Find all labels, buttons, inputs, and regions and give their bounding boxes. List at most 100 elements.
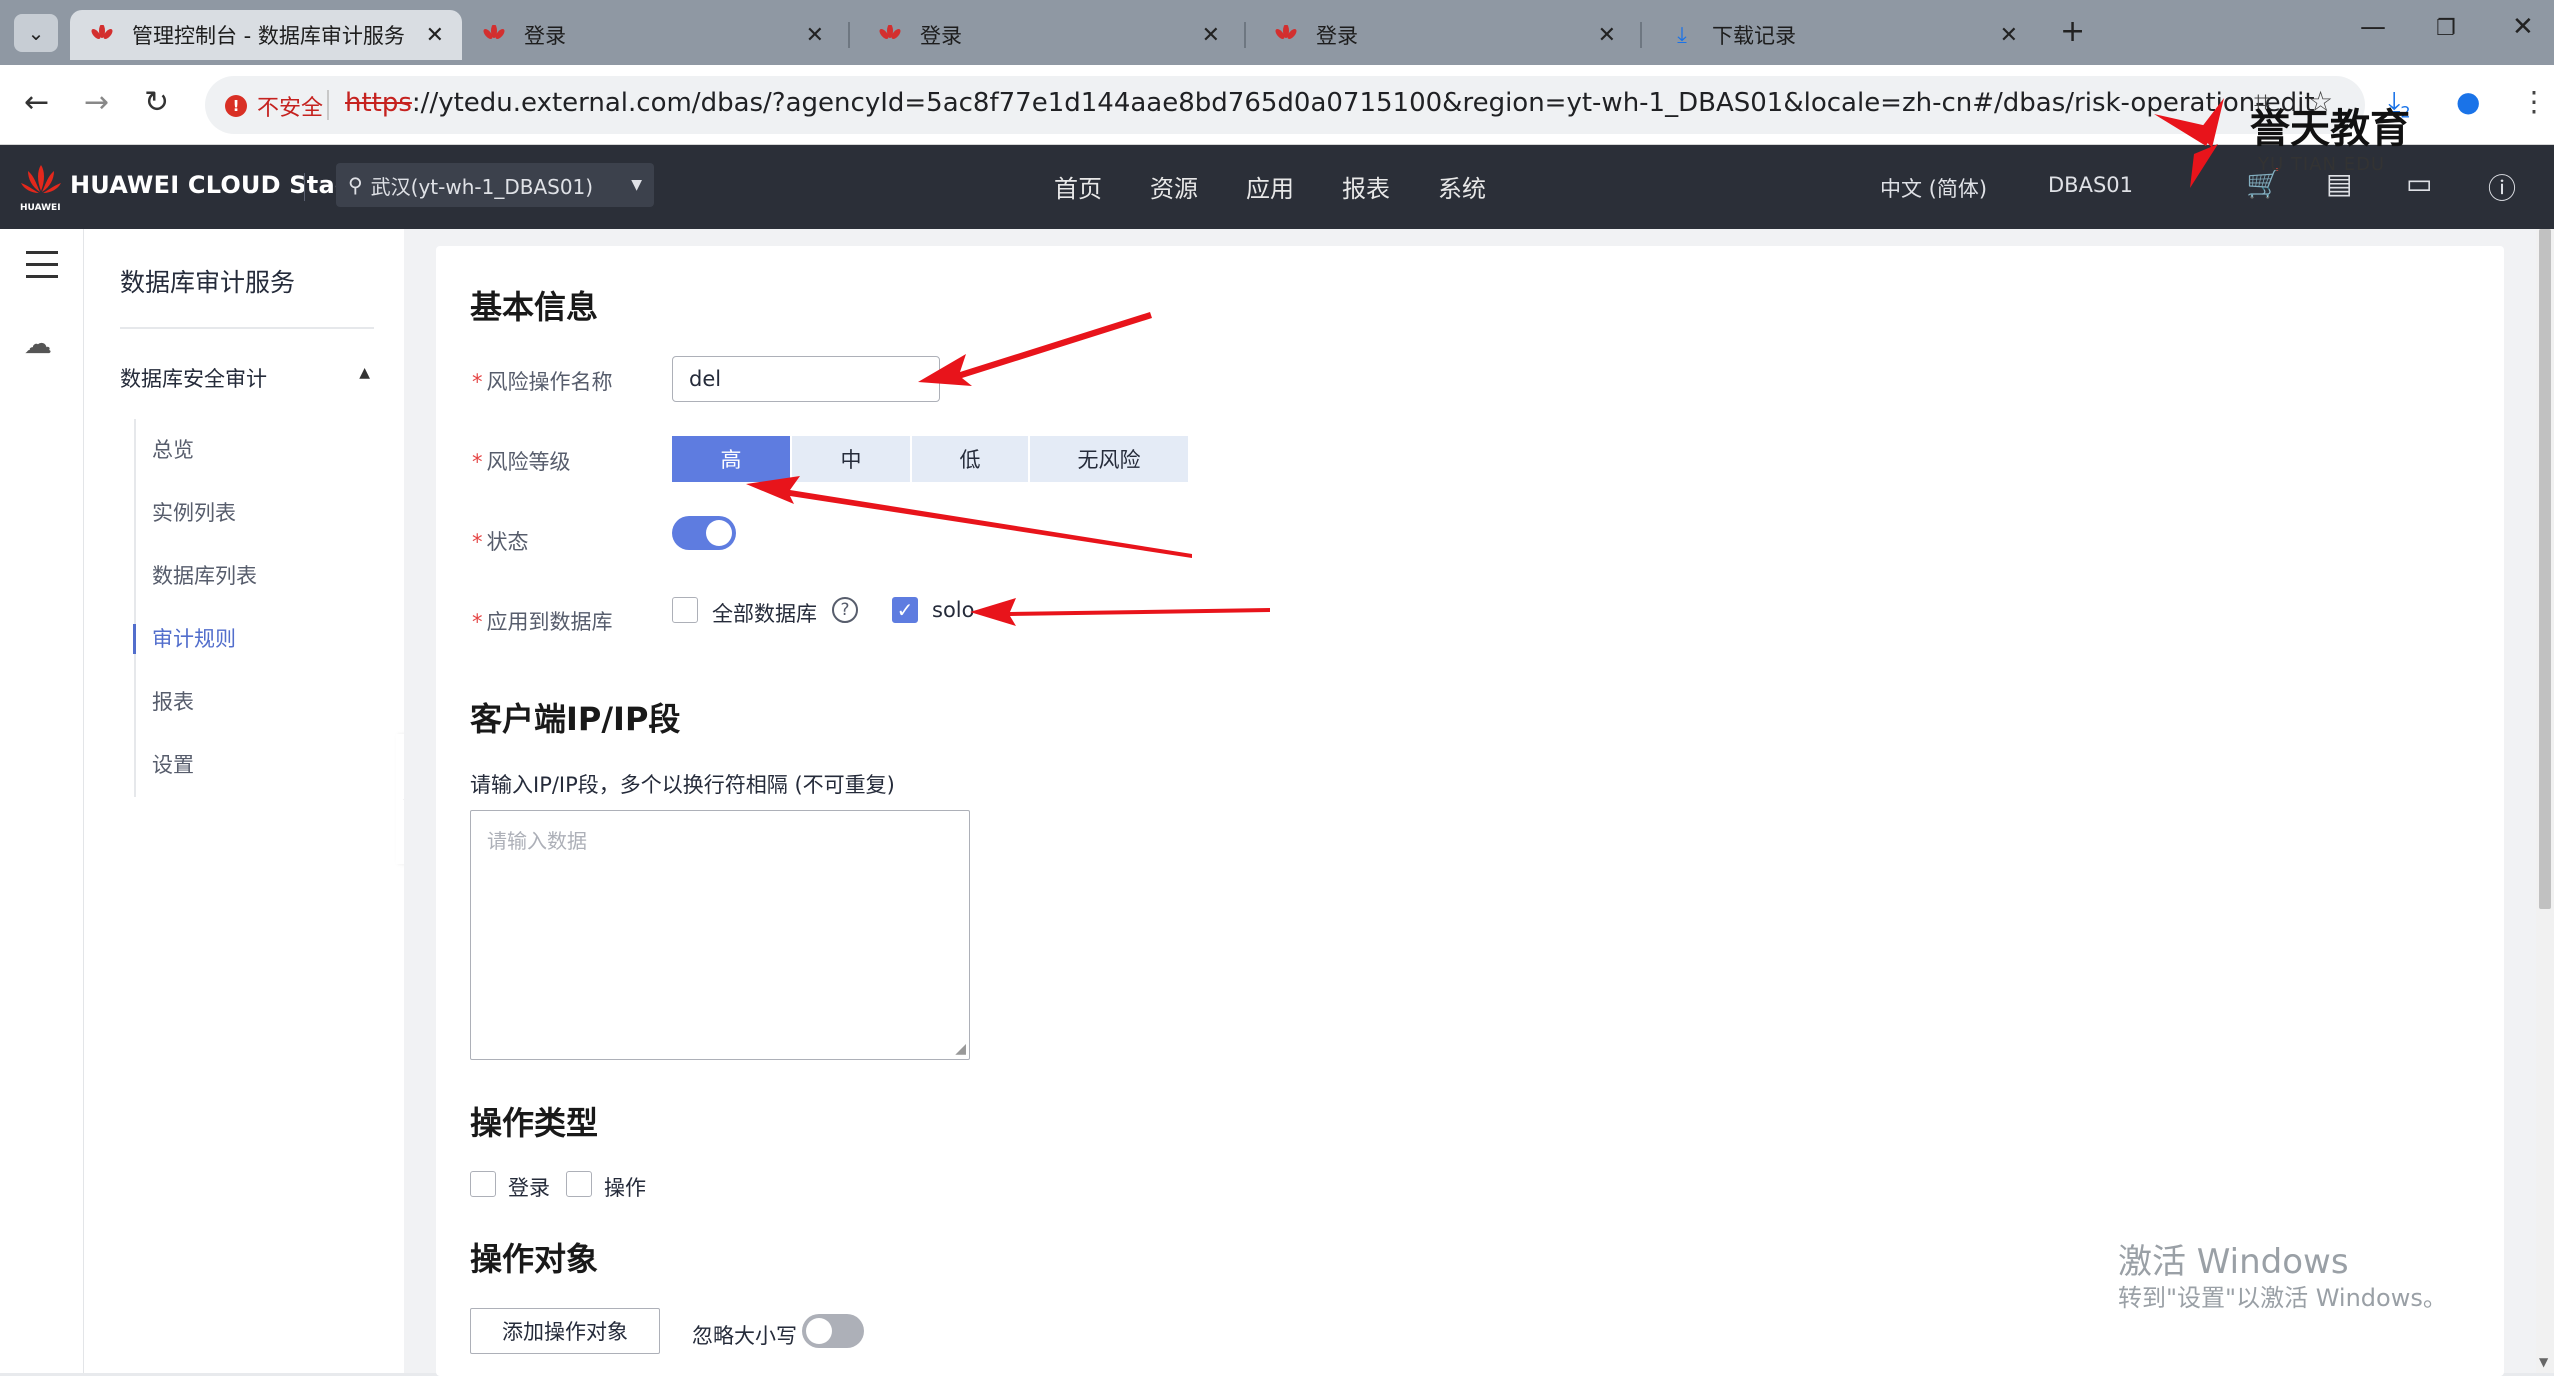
service-sidebar: 数据库审计服务 数据库安全审计 ▲ 总览 实例列表 数据库列表 审计规则 报表 … xyxy=(84,229,404,1373)
label-text: 风险操作名称 xyxy=(486,370,613,394)
scroll-down-icon[interactable]: ▼ xyxy=(2539,1355,2548,1369)
risk-level-low[interactable]: 低 xyxy=(912,436,1028,482)
language-selector[interactable]: 中文 (简体) xyxy=(1880,173,1987,203)
tab-separator xyxy=(1640,22,1642,48)
security-label: 不安全 xyxy=(257,96,324,121)
section-operation-object: 操作对象 xyxy=(470,1240,599,1278)
toggle-knob xyxy=(706,520,732,546)
browser-tab-login-1[interactable]: 登录 ✕ xyxy=(462,10,842,60)
section-client-ip: 客户端IP/IP段 xyxy=(470,700,681,738)
ignore-case-toggle[interactable] xyxy=(802,1314,864,1348)
sidebar-group-label: 数据库安全审计 xyxy=(120,367,267,391)
label-text: 状态 xyxy=(486,530,529,554)
resize-grip-icon[interactable]: ◢ xyxy=(955,1041,966,1057)
url-path: ://ytedu.external.com/dbas/?agencyId=5ac… xyxy=(411,88,2315,118)
tab-title: 登录 xyxy=(1316,24,1358,48)
risk-level-high[interactable]: 高 xyxy=(672,436,790,482)
page-scrollbar[interactable]: ▼ xyxy=(2536,229,2554,1373)
section-basic-info: 基本信息 xyxy=(470,288,599,326)
toggle-knob xyxy=(806,1318,832,1344)
sidebar-group-security-audit[interactable]: 数据库安全审计 ▲ xyxy=(120,363,380,393)
all-databases-checkbox[interactable] xyxy=(672,597,698,623)
status-toggle[interactable] xyxy=(672,516,736,550)
risk-name-value: del xyxy=(689,367,722,391)
security-indicator[interactable]: ! 不安全 xyxy=(225,90,323,122)
close-icon[interactable]: ✕ xyxy=(426,23,444,48)
browser-tab-strip: ⌄ 管理控制台 - 数据库审计服务 ✕ 登录 ✕ 登录 ✕ 登录 ✕ ⤓ 下载记… xyxy=(0,0,2554,65)
tab-separator xyxy=(848,22,850,48)
huawei-icon xyxy=(1272,24,1300,46)
risk-level-medium[interactable]: 中 xyxy=(792,436,910,482)
nav-system[interactable]: 系统 xyxy=(1414,169,1510,204)
tab-title: 管理控制台 - 数据库审计服务 xyxy=(132,24,405,48)
caret-up-icon: ▲ xyxy=(359,365,370,381)
windows-activation-text: 转到"设置"以激活 Windows。 xyxy=(2118,1284,2447,1312)
help-circle-icon[interactable]: ⓘ xyxy=(2488,167,2516,207)
forward-icon[interactable]: → xyxy=(84,85,109,120)
watermark-name: 誉天教育 xyxy=(2250,106,2410,152)
label-text: 应用到数据库 xyxy=(486,610,613,634)
left-rail: ☁ xyxy=(0,229,84,1373)
browser-menu-icon[interactable]: ⋮ xyxy=(2520,85,2548,118)
risk-level-label: * 风险等级 xyxy=(472,450,571,474)
brand-name: HUAWEI CLOUD Stack xyxy=(70,171,366,199)
close-icon[interactable]: ✕ xyxy=(2000,23,2018,48)
label-text: 风险等级 xyxy=(486,450,571,474)
sidebar-item-databases[interactable]: 数据库列表 xyxy=(136,545,384,608)
sidebar-item-settings[interactable]: 设置 xyxy=(136,734,384,797)
restore-icon[interactable]: ❐ xyxy=(2436,16,2456,41)
windows-activation-title: 激活 Windows xyxy=(2118,1242,2349,1282)
browser-tab-login-2[interactable]: 登录 ✕ xyxy=(858,10,1238,60)
region-selector[interactable]: ⚲ 武汉(yt-wh-1_DBAS01) ▼ xyxy=(336,163,654,207)
tab-search-button[interactable]: ⌄ xyxy=(14,14,58,52)
new-tab-button[interactable]: + xyxy=(2060,14,2085,49)
huawei-logo[interactable] xyxy=(18,161,64,209)
nav-home[interactable]: 首页 xyxy=(1030,169,1126,204)
sidebar-item-overview[interactable]: 总览 xyxy=(136,419,384,482)
region-text: 武汉(yt-wh-1_DBAS01) xyxy=(370,174,594,199)
add-operation-object-button[interactable]: 添加操作对象 xyxy=(470,1308,660,1354)
nav-reports[interactable]: 报表 xyxy=(1318,169,1414,204)
close-icon[interactable]: ✕ xyxy=(1598,23,1616,48)
nav-resources[interactable]: 资源 xyxy=(1126,169,1222,204)
nav-apps[interactable]: 应用 xyxy=(1222,169,1318,204)
cloud-icon[interactable]: ☁ xyxy=(24,327,52,360)
window-close-icon[interactable]: ✕ xyxy=(2512,12,2534,42)
risk-level-none[interactable]: 无风险 xyxy=(1030,436,1188,482)
browser-tab-login-3[interactable]: 登录 ✕ xyxy=(1254,10,1634,60)
reload-icon[interactable]: ↻ xyxy=(144,85,169,120)
op-type-login-checkbox[interactable] xyxy=(470,1171,496,1197)
close-icon[interactable]: ✕ xyxy=(806,23,824,48)
huawei-icon xyxy=(480,24,508,46)
help-icon[interactable]: ? xyxy=(832,597,858,623)
hamburger-menu-icon[interactable] xyxy=(26,251,58,287)
service-title: 数据库审计服务 xyxy=(120,268,296,297)
all-databases-label: 全部数据库 xyxy=(712,602,817,626)
sidebar-item-instances[interactable]: 实例列表 xyxy=(136,482,384,545)
ignore-case-label: 忽略大小写 xyxy=(692,1324,797,1348)
apply-database-label: * 应用到数据库 xyxy=(472,610,613,634)
back-icon[interactable]: ← xyxy=(24,85,49,120)
sidebar-item-reports[interactable]: 报表 xyxy=(136,671,384,734)
url-text[interactable]: https://ytedu.external.com/dbas/?agencyI… xyxy=(345,88,2315,118)
close-icon[interactable]: ✕ xyxy=(1202,23,1220,48)
minimize-icon[interactable]: — xyxy=(2360,12,2386,42)
op-type-login-label: 登录 xyxy=(508,1176,550,1200)
scrollbar-thumb[interactable] xyxy=(2539,229,2551,909)
browser-tab-downloads[interactable]: ⤓ 下载记录 ✕ xyxy=(1650,10,2036,60)
client-ip-textarea[interactable]: 请输入数据 ◢ xyxy=(470,810,970,1060)
sidebar-item-audit-rules[interactable]: 审计规则 xyxy=(133,608,384,671)
solo-database-checkbox[interactable]: ✓ xyxy=(892,597,918,623)
browser-tab-console[interactable]: 管理控制台 - 数据库审计服务 ✕ xyxy=(70,10,462,60)
risk-level-selector: 高 中 低 无风险 xyxy=(672,436,1190,482)
op-type-operation-checkbox[interactable] xyxy=(566,1171,592,1197)
address-bar[interactable]: ! 不安全 https://ytedu.external.com/dbas/?a… xyxy=(205,76,2365,134)
risk-name-input[interactable]: del xyxy=(672,356,940,402)
download-icon: ⤓ xyxy=(1677,22,1687,48)
status-label: * 状态 xyxy=(472,530,529,554)
user-menu[interactable]: DBAS01 xyxy=(2048,173,2133,197)
risk-name-label: * 风险操作名称 xyxy=(472,370,613,394)
profile-avatar-icon[interactable]: ● xyxy=(2456,85,2480,118)
op-type-operation-label: 操作 xyxy=(604,1176,646,1200)
client-ip-hint: 请输入IP/IP段，多个以换行符相隔 (不可重复) xyxy=(470,773,895,797)
